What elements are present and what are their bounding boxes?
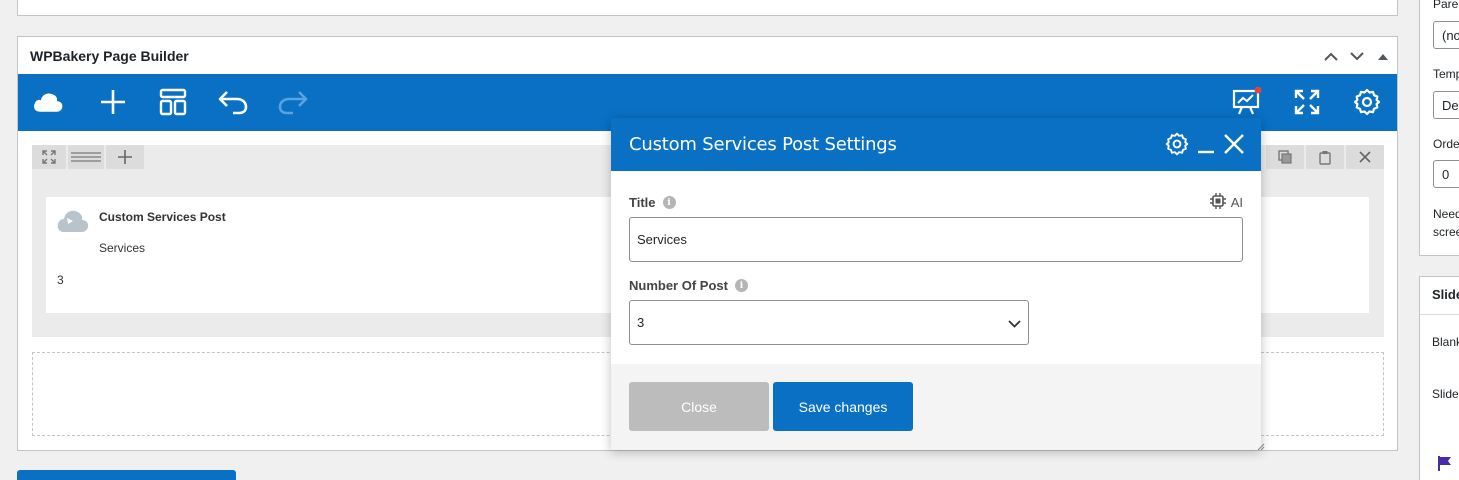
chart-icon[interactable] (1231, 86, 1263, 118)
plus-icon[interactable] (97, 86, 129, 118)
modal-title: Custom Services Post Settings (629, 134, 897, 155)
slider-heading: Slider (1432, 287, 1459, 302)
order-input[interactable]: 0 (1433, 160, 1459, 188)
blank-label: Blank (1432, 335, 1459, 349)
order-label: Order (1433, 137, 1459, 151)
add-element-button[interactable] (17, 470, 236, 480)
element-subtitle: Services (99, 241, 146, 255)
template-label: Template (1433, 67, 1459, 81)
template-select[interactable]: Default template (1433, 91, 1459, 119)
row-move-icon[interactable] (32, 145, 66, 169)
layout-icon[interactable] (157, 86, 189, 118)
chevron-down-icon (1008, 316, 1021, 331)
cloud-icon[interactable] (32, 86, 64, 118)
collapse-panel-icon[interactable] (1375, 48, 1391, 64)
count-select[interactable]: 3 (629, 300, 1029, 345)
help-text-line1: Need help? (1433, 207, 1459, 221)
move-down-icon[interactable] (1349, 48, 1365, 64)
modal-header: Custom Services Post Settings (611, 118, 1261, 171)
count-select-value: 3 (637, 315, 645, 330)
page-attributes-box: Parent (no parent) Template Default temp… (1419, 0, 1459, 256)
title-field-label: Title i (629, 195, 676, 210)
count-label-text: Number Of Post (629, 278, 728, 293)
slider-box: Slider Blank Slider (1419, 276, 1459, 480)
chip-icon (1209, 193, 1226, 212)
modal-body: Title i AI Services Number Of Post i 3 (611, 171, 1261, 364)
settings-modal: Custom Services Post Settings Title i AI… (611, 118, 1265, 451)
panel-header: WPBakery Page Builder (18, 37, 1397, 74)
info-icon[interactable]: i (662, 196, 676, 209)
panel-title: WPBakery Page Builder (30, 48, 189, 64)
fullscreen-icon[interactable] (1291, 86, 1323, 118)
right-sidebar: Parent (no parent) Template Default temp… (1419, 0, 1459, 480)
element-number: 3 (57, 273, 64, 287)
row-delete-icon[interactable] (1346, 145, 1384, 169)
close-button[interactable]: Close (629, 382, 769, 431)
divider (1420, 314, 1459, 315)
flag-icon[interactable] (1437, 455, 1453, 476)
resize-handle-icon[interactable] (1255, 438, 1265, 456)
undo-icon[interactable] (217, 86, 249, 118)
move-up-icon[interactable] (1323, 48, 1339, 64)
title-label-text: Title (629, 195, 656, 210)
row-add-icon[interactable] (106, 145, 144, 169)
row-layout-icon[interactable] (68, 145, 104, 169)
gear-icon[interactable] (1351, 86, 1383, 118)
ai-label: AI (1230, 195, 1243, 210)
redo-icon[interactable] (277, 86, 309, 118)
save-changes-button[interactable]: Save changes (773, 382, 913, 431)
modal-gear-icon[interactable] (1165, 132, 1189, 161)
modal-footer: Close Save changes (611, 364, 1261, 450)
parent-select[interactable]: (no parent) (1433, 21, 1459, 49)
element-title: Custom Services Post (99, 210, 226, 224)
minimize-icon[interactable] (1197, 132, 1215, 161)
title-input[interactable]: Services (629, 217, 1243, 262)
row-actions (1266, 145, 1384, 169)
close-icon[interactable] (1223, 133, 1245, 160)
row-clone-icon[interactable] (1266, 145, 1304, 169)
row-controls (32, 145, 144, 169)
slider-label: Slider (1432, 387, 1459, 401)
count-field-label: Number Of Post i (629, 278, 748, 293)
top-panel (17, 0, 1398, 16)
ai-button[interactable]: AI (1209, 193, 1243, 212)
parent-label: Parent (1433, 0, 1459, 11)
help-text-line2: screen (1433, 225, 1459, 239)
row-paste-icon[interactable] (1306, 145, 1344, 169)
element-cloud-icon (56, 207, 90, 240)
info-icon[interactable]: i (734, 279, 748, 292)
